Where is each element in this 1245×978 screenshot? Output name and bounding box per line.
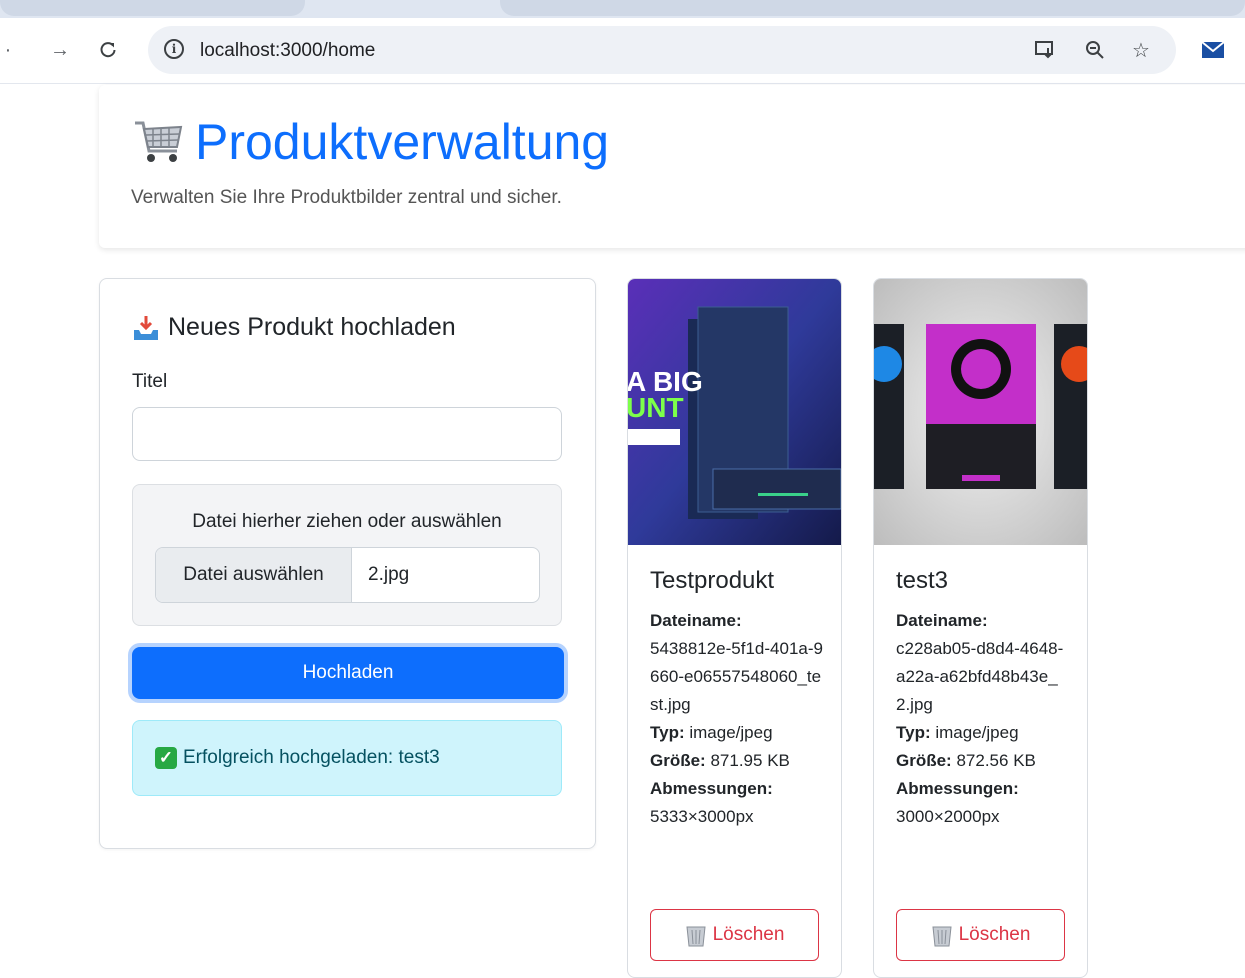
trash-icon: [932, 926, 952, 947]
address-bar[interactable]: i localhost:3000/home ☆: [148, 26, 1176, 74]
shopping-cart-icon: [135, 121, 183, 162]
page-title: Produktverwaltung: [131, 113, 609, 171]
file-input[interactable]: Datei auswählen 2.jpg: [155, 547, 540, 603]
upload-heading-text: Neues Produkt hochladen: [168, 313, 456, 341]
type-label: Typ:: [650, 723, 685, 742]
filename-value: c228ab05-d8d4-4648-a22a-a62bfd48b43e_2.j…: [896, 639, 1064, 714]
reload-icon[interactable]: [94, 36, 122, 64]
upload-form-card: Neues Produkt hochladen Titel Datei hier…: [99, 278, 596, 849]
type-value: image/jpeg: [935, 723, 1019, 742]
file-dropzone[interactable]: Datei hierher ziehen oder auswählen Date…: [132, 484, 562, 626]
success-message: Erfolgreich hochgeladen: test3: [183, 747, 440, 768]
url-text[interactable]: localhost:3000/home: [200, 40, 375, 62]
dimensions-value: 3000×2000px: [896, 807, 1000, 826]
product-card: A BIG UNT Testprodukt Dateiname: 5438812…: [627, 278, 842, 978]
tab-strip: [0, 0, 1245, 18]
tab-inactive[interactable]: [0, 0, 305, 16]
filename-value: 5438812e-5f1d-401a-9660-e06557548060_tes…: [650, 639, 823, 714]
filename-label: Dateiname:: [896, 611, 988, 630]
delete-label: Löschen: [712, 924, 785, 945]
selected-file-name: 2.jpg: [368, 564, 410, 585]
dimensions-label: Abmessungen:: [650, 779, 773, 798]
product-title: test3: [896, 567, 949, 594]
bookmark-star-icon[interactable]: ☆: [1128, 38, 1154, 62]
product-image[interactable]: [874, 279, 1087, 545]
filename-label: Dateiname:: [650, 611, 742, 630]
dimensions-label: Abmessungen:: [896, 779, 1019, 798]
size-label: Größe:: [896, 751, 952, 770]
size-value: 872.56 KB: [956, 751, 1036, 770]
forward-arrow-icon[interactable]: →: [46, 36, 74, 64]
page-header: Produktverwaltung Verwalten Sie Ihre Pro…: [99, 85, 1245, 248]
delete-button[interactable]: Löschen: [650, 909, 819, 961]
product-card: test3 Dateiname: c228ab05-d8d4-4648-a22a…: [873, 278, 1088, 978]
inbox-tray-icon: [134, 315, 158, 340]
page-title-text: Produktverwaltung: [195, 114, 610, 170]
info-icon[interactable]: i: [164, 39, 184, 59]
tab-inactive[interactable]: [500, 0, 1245, 16]
dimensions-value: 5333×3000px: [650, 807, 754, 826]
type-value: image/jpeg: [689, 723, 773, 742]
install-app-icon[interactable]: [1032, 38, 1058, 62]
size-label: Größe:: [650, 751, 706, 770]
mail-extension-icon[interactable]: [1200, 38, 1226, 62]
page-subtitle: Verwalten Sie Ihre Produktbilder zentral…: [131, 187, 562, 208]
dropzone-text: Datei hierher ziehen oder auswählen: [192, 511, 502, 532]
product-image[interactable]: A BIG UNT: [628, 279, 841, 545]
upload-button[interactable]: Hochladen: [132, 647, 564, 699]
title-label: Titel: [132, 371, 168, 392]
upload-heading: Neues Produkt hochladen: [132, 313, 456, 342]
image-text: UNT: [628, 392, 684, 423]
trash-icon: [686, 926, 706, 947]
delete-button[interactable]: Löschen: [896, 909, 1065, 961]
type-label: Typ:: [896, 723, 931, 742]
back-arrow-icon[interactable]: ·: [0, 36, 22, 64]
size-value: 871.95 KB: [710, 751, 790, 770]
browser-toolbar: · → i localhost:3000/home ☆: [0, 18, 1245, 84]
success-alert: ✓ Erfolgreich hochgeladen: test3: [132, 720, 562, 796]
product-title: Testprodukt: [650, 567, 775, 594]
check-mark-icon: ✓: [155, 747, 177, 769]
zoom-icon[interactable]: [1082, 38, 1108, 62]
product-meta: Dateiname: 5438812e-5f1d-401a-9660-e0655…: [650, 607, 825, 831]
choose-file-button[interactable]: Datei auswählen: [156, 548, 352, 602]
product-meta: Dateiname: c228ab05-d8d4-4648-a22a-a62bf…: [896, 607, 1071, 831]
title-input[interactable]: [132, 407, 562, 461]
delete-label: Löschen: [958, 924, 1031, 945]
